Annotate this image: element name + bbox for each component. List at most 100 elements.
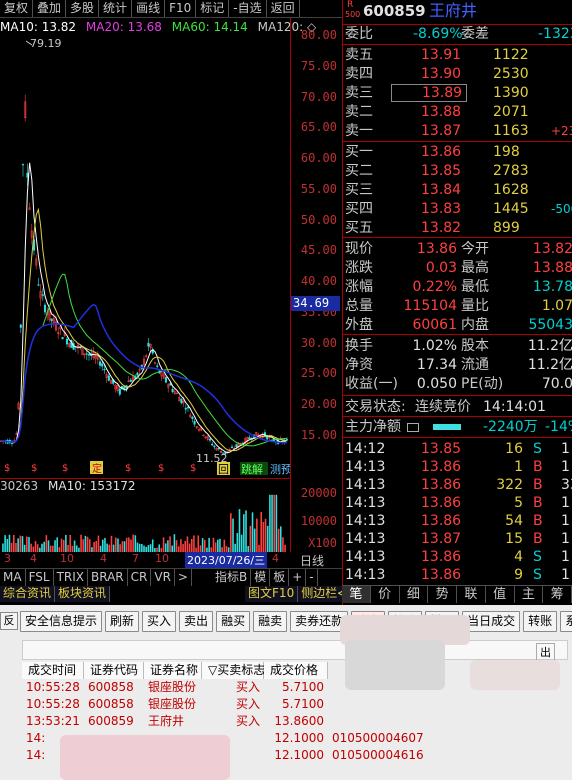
toolbar-restore-button[interactable]: 复权	[0, 0, 34, 17]
tab-cr[interactable]: CR	[128, 569, 152, 586]
tab-f10[interactable]: 图文F10	[245, 586, 299, 602]
column-header[interactable]: ▽买卖标志	[202, 662, 265, 679]
volume-bar	[23, 544, 26, 552]
tab-trix[interactable]: TRIX	[54, 569, 88, 586]
volume-chart[interactable]	[0, 478, 290, 552]
tick-count: 1	[561, 567, 570, 583]
tab-fsl[interactable]: FSL	[26, 569, 54, 586]
tick-time: 14:13	[345, 513, 386, 529]
export-button[interactable]: 出	[536, 643, 555, 661]
trade-button[interactable]: 融买	[216, 611, 251, 632]
ask-volume: 2071	[493, 104, 529, 120]
tick-price: 13.86	[421, 495, 462, 511]
quote-tab[interactable]: 联	[457, 586, 486, 603]
column-header[interactable]: 证券代码	[84, 662, 144, 679]
quote-tab[interactable]: 主	[515, 586, 544, 603]
toolbar-overlay-button[interactable]: 叠加	[33, 0, 67, 17]
tab-general-info[interactable]: 综合资讯	[0, 586, 56, 602]
main-net-row: 主力净额 -2240万 -14%	[343, 418, 572, 436]
info-tabs: 综合资讯 板块资讯 图文F10 侧边栏≪	[0, 586, 354, 602]
trade-flag: 买入	[235, 697, 260, 711]
volume-bar	[43, 541, 45, 552]
tick-count: 1	[561, 495, 570, 511]
trade-button[interactable]: 转账	[523, 611, 558, 632]
trade-contract	[328, 696, 438, 713]
ask-row[interactable]: 卖一 13.87 1163 +23	[343, 122, 572, 140]
tick-time: 14:13	[345, 477, 386, 493]
zoom-in-button[interactable]: +	[289, 569, 307, 586]
ask-row[interactable]: 卖五 13.91 1122	[343, 46, 572, 64]
column-header[interactable]: 证券名称	[144, 662, 202, 679]
quote-tab[interactable]: 值	[486, 586, 515, 603]
toolbar-f10-button[interactable]: F10	[165, 0, 197, 17]
bid-row[interactable]: 买四 13.83 1445 -500	[343, 200, 572, 218]
ask-row[interactable]: 卖四 13.90 2530	[343, 65, 572, 83]
table-row[interactable]: 13:53:21 600859 王府井 买入 13.8600	[22, 713, 572, 730]
trade-button[interactable]: 卖出	[179, 611, 214, 632]
volume-bar	[167, 540, 169, 552]
quote-value: 0.03	[425, 260, 457, 276]
tick-price: 13.86	[421, 459, 462, 475]
quote-tab[interactable]: 笔	[342, 586, 371, 603]
volume-bar	[175, 540, 178, 552]
toolbar-remove-watch-button[interactable]: -自选	[229, 0, 267, 17]
tab-board[interactable]: 板	[270, 569, 290, 586]
bid-price: 13.83	[421, 201, 462, 217]
trade-button[interactable]: 当日成交	[462, 611, 521, 632]
toolbar-draw-button[interactable]: 画线	[132, 0, 166, 17]
quote-tab[interactable]: 价	[371, 586, 400, 603]
candle-body	[213, 445, 216, 448]
ask-row[interactable]: 卖二 13.88 2071	[343, 103, 572, 121]
toolbar-multistock-button[interactable]: 多股	[66, 0, 100, 17]
quote-tab[interactable]: 筹	[543, 586, 572, 603]
bid-row[interactable]: 买三 13.84 1628	[343, 181, 572, 199]
ask-delta: +23	[551, 124, 572, 138]
quote-tab[interactable]: 势	[428, 586, 457, 603]
quote-label: 今开	[461, 241, 489, 257]
tab-indicator-b[interactable]: 指标B	[212, 569, 252, 586]
svg-text:$: $	[158, 463, 164, 474]
tab-more[interactable]: >	[175, 569, 192, 586]
toolbar-stats-button[interactable]: 统计	[99, 0, 133, 17]
volume-bar	[258, 544, 260, 552]
tab-vr[interactable]: VR	[151, 569, 175, 586]
volume-bar	[56, 537, 58, 552]
candle-body	[191, 416, 194, 419]
quote-label: 现价	[345, 241, 373, 257]
bid-row[interactable]: 买一 13.86 198	[343, 143, 572, 161]
main-net-bar	[433, 424, 461, 430]
column-header[interactable]: 成交价格	[264, 662, 328, 679]
toolbar-mark-button[interactable]: 标记	[196, 0, 230, 17]
quote-tab[interactable]: 细	[400, 586, 429, 603]
volume-bar	[141, 543, 143, 552]
zoom-out-button[interactable]: -	[306, 569, 318, 586]
trade-button[interactable]: 融卖	[253, 611, 288, 632]
date-tick: 10	[60, 552, 74, 565]
tab-sector-info[interactable]: 板块资讯	[55, 586, 111, 602]
tab-ma[interactable]: MA	[0, 569, 26, 586]
tab-template[interactable]: 模	[251, 569, 271, 586]
bid-volume: 1628	[493, 182, 529, 198]
column-header[interactable]: 成交时间	[22, 662, 84, 679]
candle-body	[230, 446, 234, 449]
quote-label: 涨跌	[345, 260, 373, 276]
bid-row[interactable]: 买五 13.82 899	[343, 219, 572, 237]
table-row[interactable]: 10:55:28 600858 银座股份 买入 5.7100	[22, 696, 572, 713]
volume-bar	[119, 544, 121, 552]
volume-bar	[269, 494, 271, 552]
ask-row[interactable]: 卖三 13.89 1390	[343, 84, 572, 102]
volume-bar	[249, 525, 252, 552]
tick-price: 13.86	[421, 567, 462, 583]
bid-row[interactable]: 买二 13.85 2783	[343, 162, 572, 180]
fund-row: 换手 1.02% 股本 11.2亿	[343, 337, 572, 355]
fund-value: 1.02%	[412, 338, 457, 354]
period-label[interactable]: 日线	[300, 552, 324, 569]
trade-button[interactable]: 系统	[560, 611, 572, 632]
trade-button[interactable]: 安全信息提示	[20, 611, 103, 632]
trade-button[interactable]: 刷新	[105, 611, 140, 632]
kline-chart[interactable]: 79.19 11.52 $ $ $ 定 $ $ $ 回 跳解 测预	[0, 35, 290, 475]
tab-brar[interactable]: BRAR	[88, 569, 128, 586]
toolbar-back-button[interactable]: 返回	[267, 0, 300, 17]
main-net-icon[interactable]	[407, 423, 419, 432]
trade-button[interactable]: 买入	[142, 611, 177, 632]
